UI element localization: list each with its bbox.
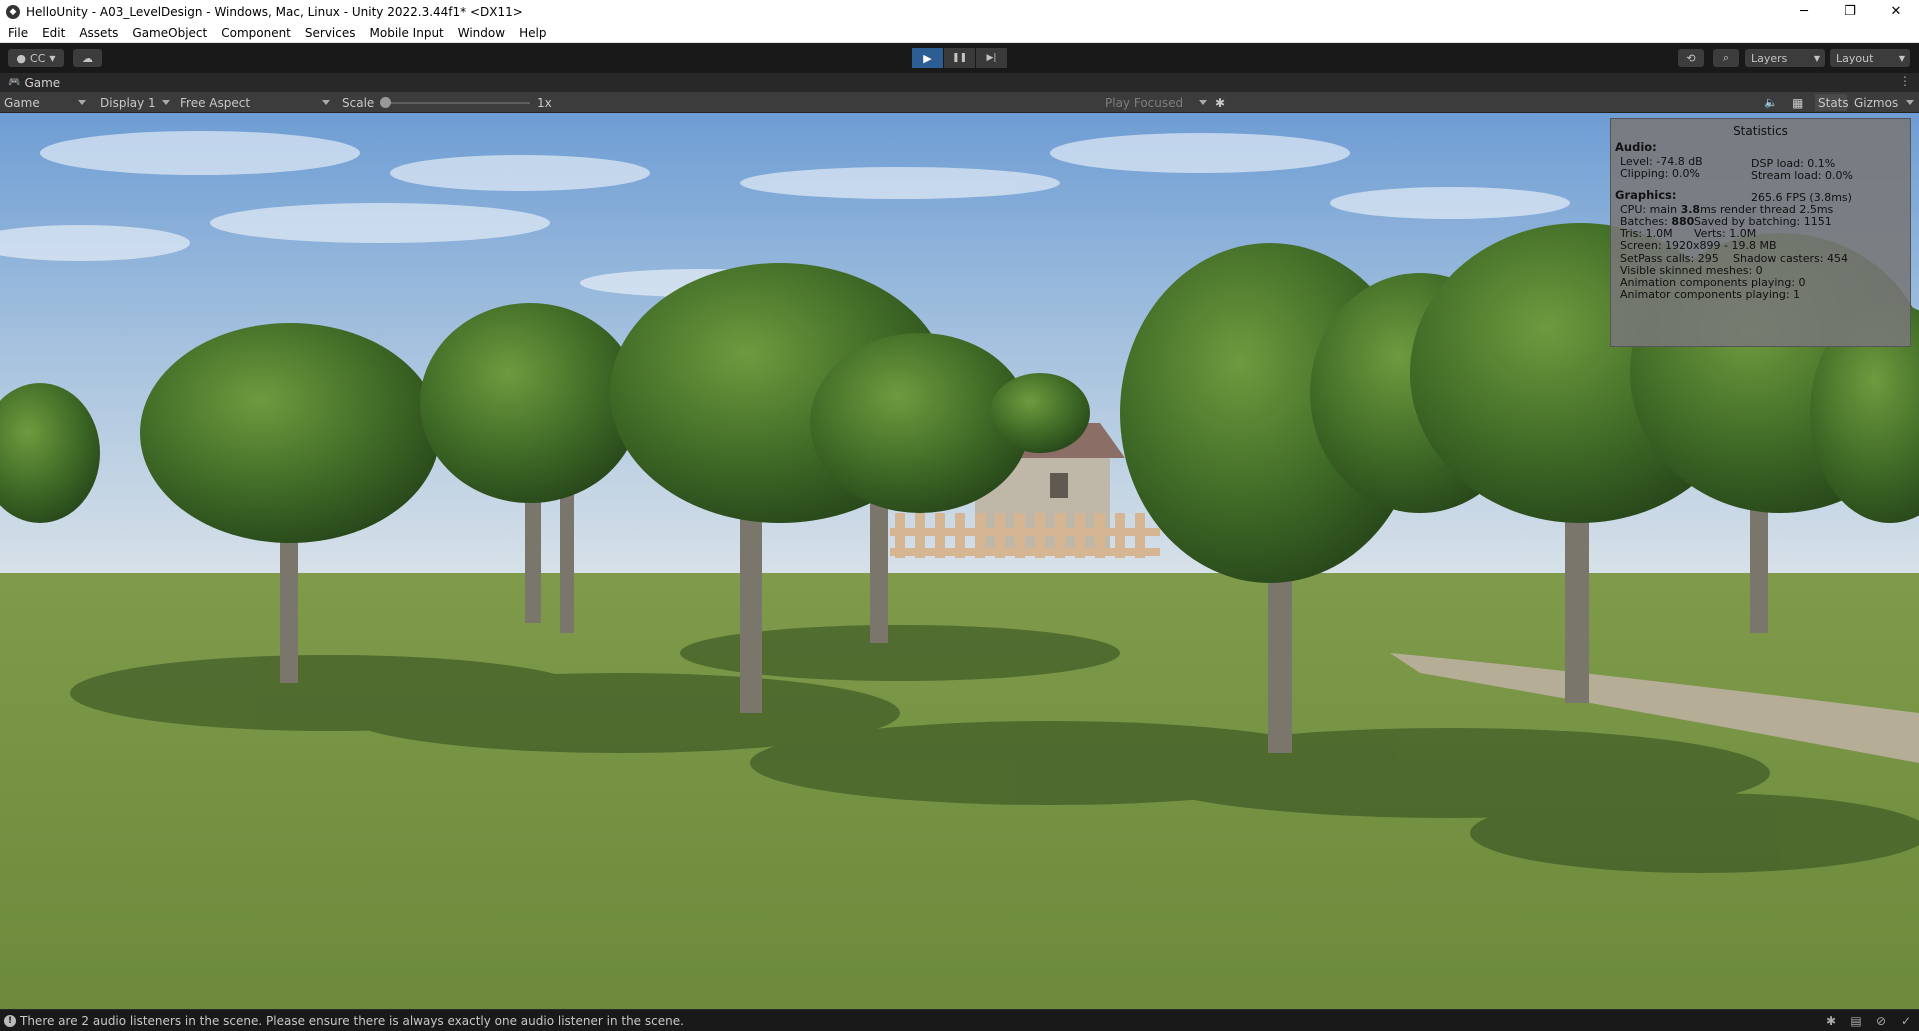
aspect-select[interactable]: Free Aspect xyxy=(180,94,332,111)
stats-animator-components: Animator components playing: 1 xyxy=(1620,288,1801,301)
menu-file[interactable]: File xyxy=(8,26,28,40)
menu-edit[interactable]: Edit xyxy=(42,26,65,40)
more-options-icon[interactable]: ⋮ xyxy=(1899,74,1911,88)
step-icon: ▶| xyxy=(986,53,997,63)
layout-dropdown[interactable]: Layout ▼ xyxy=(1830,49,1910,67)
account-label: CC xyxy=(30,51,46,65)
window-controls: ─ ❐ ✕ xyxy=(1781,0,1919,23)
layout-label: Layout xyxy=(1836,51,1874,65)
mute-audio-button[interactable]: 🔈 xyxy=(1764,94,1780,111)
layers-label: Layers xyxy=(1751,51,1788,65)
menu-component[interactable]: Component xyxy=(221,26,291,40)
stats-screen: Screen: 1920x899 - 19.8 MB xyxy=(1620,239,1777,252)
scale-value: 1x xyxy=(537,95,552,110)
menu-assets[interactable]: Assets xyxy=(79,26,118,40)
chevron-down-icon: ▼ xyxy=(1898,53,1905,63)
game-tab-row: 🎮 Game ⋮ xyxy=(0,73,1919,92)
status-icons: ✱ ▤ ⊘ ✓ xyxy=(1813,1014,1913,1028)
status-bar: ! There are 2 audio listeners in the sce… xyxy=(0,1009,1919,1031)
bug-icon[interactable]: ✱ xyxy=(1215,94,1231,111)
cloud-button[interactable]: ☁ xyxy=(73,49,102,67)
chevron-down-icon xyxy=(322,100,330,105)
gizmos-dropdown[interactable]: Gizmos xyxy=(1854,94,1916,111)
speaker-icon: 🔈 xyxy=(1764,96,1778,109)
view-select-label: Game xyxy=(4,95,40,110)
menu-mobile-input[interactable]: Mobile Input xyxy=(370,26,444,40)
cloud-icon: ☁ xyxy=(82,51,93,65)
stats-toggle[interactable]: Stats xyxy=(1815,94,1849,111)
title-bar: ◆ HelloUnity - A03_LevelDesign - Windows… xyxy=(0,0,1919,23)
play-mode-select[interactable]: Play Focused xyxy=(1105,94,1209,111)
scale-label: Scale xyxy=(342,95,375,110)
step-button[interactable]: ▶| xyxy=(976,48,1007,68)
search-button[interactable]: ⌕ xyxy=(1713,49,1739,67)
stats-batches-value: 880 xyxy=(1671,215,1695,228)
grid-icon[interactable]: ▦ xyxy=(1792,94,1808,111)
menu-window[interactable]: Window xyxy=(458,26,505,40)
menu-bar: File Edit Assets GameObject Component Se… xyxy=(0,23,1919,43)
network-icon[interactable]: ⊘ xyxy=(1874,1014,1888,1028)
chevron-down-icon xyxy=(1906,100,1914,105)
stats-audio-header: Audio: xyxy=(1615,140,1657,154)
history-icon: ⟲ xyxy=(1686,51,1696,65)
display-select-label: Display 1 xyxy=(100,95,156,110)
aspect-select-label: Free Aspect xyxy=(180,95,251,110)
chevron-down-icon: ▼ xyxy=(49,53,56,63)
play-button[interactable]: ▶ xyxy=(912,48,943,68)
play-icon: ▶ xyxy=(923,51,932,65)
stats-stream-load: Stream load: 0.0% xyxy=(1751,169,1853,182)
display-select[interactable]: Display 1 xyxy=(100,94,172,111)
gizmos-label: Gizmos xyxy=(1854,95,1899,110)
window-title: HelloUnity - A03_LevelDesign - Windows, … xyxy=(26,4,523,19)
undo-history-button[interactable]: ⟲ xyxy=(1678,49,1704,67)
account-dropdown[interactable]: ● CC ▼ xyxy=(8,49,64,67)
minimize-button[interactable]: ─ xyxy=(1781,0,1827,23)
scale-slider-handle[interactable] xyxy=(380,97,391,108)
search-icon: ⌕ xyxy=(1722,51,1730,64)
chevron-down-icon: ▼ xyxy=(1813,53,1820,63)
main-toolbar: ● CC ▼ ☁ ▶ ❚❚ ▶| ⟲ ⌕ Layers ▼ Layout ▼ xyxy=(0,43,1919,73)
debug-icon[interactable]: ✱ xyxy=(1824,1014,1838,1028)
restore-button[interactable]: ❐ xyxy=(1827,0,1873,23)
gamepad-icon: 🎮 xyxy=(8,77,21,88)
unity-logo-icon: ◆ xyxy=(6,4,20,19)
tab-game[interactable]: 🎮 Game xyxy=(0,73,69,92)
play-mode-label: Play Focused xyxy=(1105,95,1184,110)
game-view-toolbar: Game Display 1 Free Aspect Scale 1x Play… xyxy=(0,92,1919,113)
statistics-panel: Statistics Audio: Level: -74.8 dB DSP lo… xyxy=(1610,118,1911,347)
menu-gameobject[interactable]: GameObject xyxy=(132,26,207,40)
check-icon[interactable]: ✓ xyxy=(1899,1014,1913,1028)
chevron-down-icon xyxy=(1199,100,1207,105)
stats-title: Statistics xyxy=(1733,124,1788,138)
menu-help[interactable]: Help xyxy=(519,26,546,40)
close-button[interactable]: ✕ xyxy=(1873,0,1919,23)
chevron-down-icon xyxy=(162,100,170,105)
stats-clipping: Clipping: 0.0% xyxy=(1620,167,1700,180)
chevron-down-icon xyxy=(78,100,86,105)
stats-graphics-header: Graphics: xyxy=(1615,188,1677,202)
view-select[interactable]: Game xyxy=(4,94,88,111)
layers-dropdown[interactable]: Layers ▼ xyxy=(1745,49,1825,67)
cache-icon[interactable]: ▤ xyxy=(1849,1014,1863,1028)
pause-button[interactable]: ❚❚ xyxy=(944,48,975,68)
playback-controls: ▶ ❚❚ ▶| xyxy=(912,48,1008,68)
account-icon: ● xyxy=(16,51,27,65)
console-message[interactable]: There are 2 audio listeners in the scene… xyxy=(20,1014,684,1028)
tab-game-label: Game xyxy=(24,75,61,90)
pause-icon: ❚❚ xyxy=(951,53,968,63)
menu-services[interactable]: Services xyxy=(305,26,356,40)
scale-slider-track[interactable] xyxy=(386,102,530,104)
info-icon: ! xyxy=(4,1014,16,1027)
